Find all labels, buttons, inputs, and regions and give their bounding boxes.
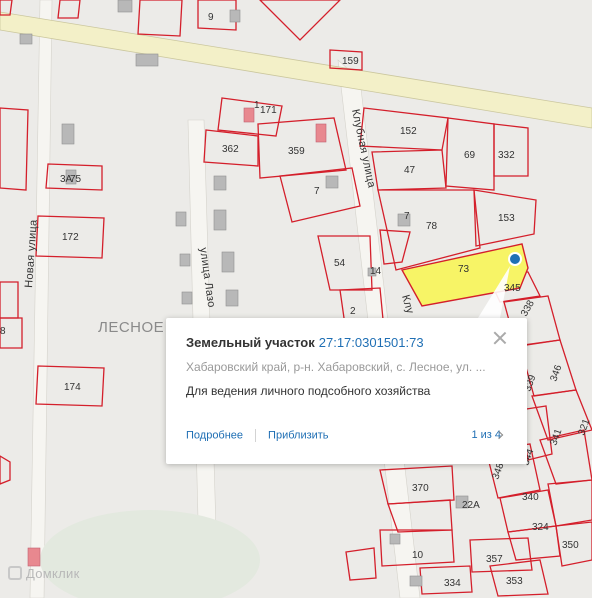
close-icon[interactable]: [493, 331, 507, 345]
parcel-label: 159: [342, 56, 359, 67]
parcel-label: 14: [370, 266, 382, 277]
popup-title-text: Земельный участок: [186, 335, 315, 350]
divider: [255, 429, 257, 442]
parcel-label: 362: [222, 144, 239, 155]
parcel-label: 54: [334, 258, 346, 269]
parcel-label: 2: [350, 306, 356, 317]
parcel-label: 357: [486, 554, 503, 565]
parcel-label: 332: [498, 150, 515, 161]
parcel-label: 7: [404, 211, 410, 222]
parcel-label: 78: [426, 221, 438, 232]
parcel-label: 334: [444, 578, 461, 589]
parcel-label: 359: [288, 146, 305, 157]
parcel-label: 8: [0, 326, 6, 337]
parcel-label: 10: [412, 550, 424, 561]
parcel-popup: Земельный участок 27:17:0301501:73 Хабаро…: [166, 318, 527, 464]
domclick-logo-icon: [8, 566, 22, 580]
cadastral-number-link[interactable]: 27:17:0301501:73: [319, 335, 424, 350]
parcel-label: 174: [64, 382, 81, 393]
more-link[interactable]: Подробнее: [186, 429, 243, 441]
parcel-label: 152: [400, 126, 417, 137]
cadastral-map[interactable]: 171 362 359 7 152 69 332 47 159 75 172 1…: [0, 0, 592, 598]
parcel-label: 171: [260, 105, 277, 116]
parcel-label: 1: [254, 100, 260, 111]
parcel-label: 345: [504, 283, 521, 294]
parcel-label: 3А: [60, 174, 73, 185]
popup-land-use: Для ведения личного подсобного хозяйства: [186, 384, 431, 398]
parcel-label: 324: [532, 522, 549, 533]
zoom-link[interactable]: Приблизить: [268, 429, 329, 441]
watermark: Домклик: [26, 566, 80, 581]
parcel-label: 73: [458, 264, 470, 275]
parcel-label: 370: [412, 483, 429, 494]
chevron-right-icon[interactable]: [495, 430, 505, 440]
popup-title: Земельный участок 27:17:0301501:73: [186, 335, 424, 350]
village-label: ЛЕСНОЕ: [98, 319, 164, 336]
parcel-label: 353: [506, 576, 523, 587]
parcel-label: 340: [522, 492, 539, 503]
parcel-label: 153: [498, 213, 515, 224]
parcel-label: 172: [62, 232, 79, 243]
popup-address: Хабаровский край, р-н. Хабаровский, с. Л…: [186, 360, 486, 374]
parcel-label: 9: [208, 12, 214, 23]
parcel-label: 22А: [462, 500, 480, 511]
parcel-label: 47: [404, 165, 416, 176]
popup-actions: Подробнее Приблизить: [186, 429, 329, 442]
parcel-label: 69: [464, 150, 476, 161]
parcel-label: 350: [562, 540, 579, 551]
parcel-label: 7: [314, 186, 320, 197]
parcel-marker[interactable]: [508, 252, 522, 266]
